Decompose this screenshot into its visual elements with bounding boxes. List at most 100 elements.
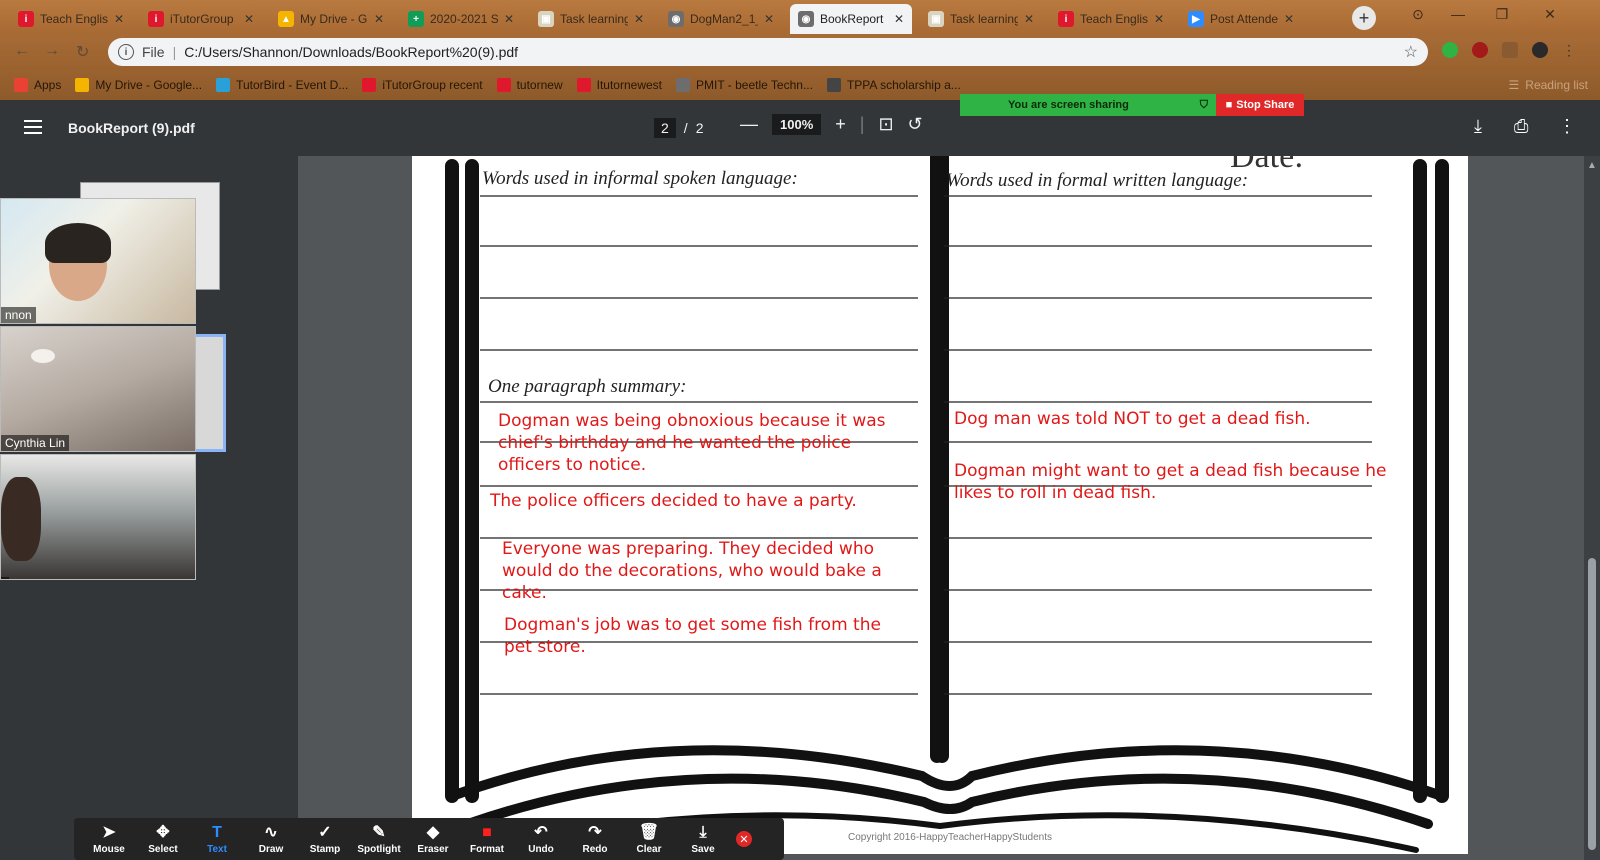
rotate-icon[interactable]: ↺ bbox=[908, 114, 923, 135]
pdf-page: Date: Words used in informal spoken lang… bbox=[412, 156, 1468, 854]
avatar[interactable] bbox=[1532, 42, 1548, 58]
forward-icon[interactable]: → bbox=[44, 42, 60, 60]
close-window-button[interactable]: ✕ bbox=[1528, 0, 1572, 28]
zoom-in-icon[interactable]: + bbox=[835, 114, 846, 135]
minimize-button[interactable]: — bbox=[1436, 0, 1480, 28]
tab-close-icon[interactable]: ✕ bbox=[504, 12, 514, 26]
tab-label: Task learning bbox=[950, 12, 1018, 26]
pdf-scrollbar[interactable]: ▲ bbox=[1584, 156, 1600, 860]
annotation-right-1[interactable]: Dog man was told NOT to get a dead fish. bbox=[954, 408, 1394, 430]
bookmark-item[interactable]: tutornew bbox=[496, 78, 563, 92]
tab-close-icon[interactable]: ✕ bbox=[244, 12, 254, 26]
tab-close-icon[interactable]: ✕ bbox=[1024, 12, 1034, 26]
print-icon[interactable]: ⎙ bbox=[1514, 116, 1528, 137]
tab-10[interactable]: ▶ Post Attendee ✕ bbox=[1180, 4, 1302, 34]
bookmark-item[interactable]: TutorBird - Event D... bbox=[216, 78, 348, 92]
tab-5[interactable]: ▣ Task learning ✕ bbox=[530, 4, 652, 34]
tool-format[interactable]: ■ Format bbox=[460, 824, 514, 855]
extension-green-icon[interactable] bbox=[1442, 42, 1458, 58]
annotation-left-4[interactable]: Dogman's job was to get some fish from t… bbox=[504, 614, 914, 658]
shield-icon: ⛉ bbox=[1199, 98, 1208, 111]
annotation-left-3[interactable]: Everyone was preparing. They decided who… bbox=[502, 538, 912, 604]
tool-mouse[interactable]: ➤ Mouse bbox=[82, 824, 136, 855]
tool-clear[interactable]: 🗑 Clear bbox=[622, 824, 676, 855]
tool-select-icon: ✥ bbox=[156, 823, 170, 841]
video-tile-1[interactable]: nnon bbox=[0, 198, 196, 324]
annotation-right-2[interactable]: Dogman might want to get a dead fish bec… bbox=[954, 460, 1394, 504]
bookmark-label: Apps bbox=[34, 78, 62, 92]
page-current-input[interactable]: 2 bbox=[654, 118, 676, 138]
tab-2[interactable]: i iTutorGroup ✕ bbox=[140, 4, 262, 34]
tool-text[interactable]: T Text bbox=[190, 824, 244, 855]
restore-button[interactable]: ❐ bbox=[1480, 0, 1524, 28]
pdf-menu-icon[interactable] bbox=[24, 120, 42, 134]
more-options-icon[interactable]: ⋮ bbox=[1558, 116, 1576, 137]
sharing-status: You are screen sharing ⛉ bbox=[960, 94, 1216, 116]
bookmark-item[interactable]: Apps bbox=[14, 78, 61, 92]
tab-8[interactable]: ▣ Task learning ✕ bbox=[920, 4, 1042, 34]
bookmark-item[interactable]: My Drive - Google... bbox=[75, 78, 202, 92]
tool-clear-icon: 🗑 bbox=[638, 823, 660, 841]
tool-undo[interactable]: ↶ Undo bbox=[514, 824, 568, 855]
tab-6[interactable]: ◉ DogMan2_1_ ✕ bbox=[660, 4, 782, 34]
bookmark-label: iTutorGroup recent bbox=[382, 78, 483, 92]
back-icon[interactable]: ← bbox=[14, 42, 30, 60]
scroll-up-icon[interactable]: ▲ bbox=[1587, 160, 1597, 171]
tab-1[interactable]: i Teach English ✕ bbox=[10, 4, 132, 34]
address-bar[interactable]: i File | C:/Users/Shannon/Downloads/Book… bbox=[108, 38, 1428, 66]
tab-close-icon[interactable]: ✕ bbox=[764, 12, 774, 26]
tab-7[interactable]: ◉ BookReport ✕ bbox=[790, 4, 913, 34]
participant-name bbox=[1, 577, 9, 579]
stop-share-button[interactable]: ■ Stop Share bbox=[1216, 94, 1304, 116]
annotation-left-1[interactable]: Dogman was being obnoxious because it wa… bbox=[498, 410, 918, 476]
reload-icon[interactable]: ↻ bbox=[76, 42, 89, 62]
tool-draw[interactable]: ∿ Draw bbox=[244, 824, 298, 855]
video-tile-2[interactable]: Cynthia Lin bbox=[0, 326, 196, 452]
tool-save[interactable]: ⤓ Save bbox=[676, 824, 730, 855]
new-tab-button[interactable]: + bbox=[1352, 6, 1376, 30]
tab-close-icon[interactable]: ✕ bbox=[374, 12, 384, 26]
tab-close-icon[interactable]: ✕ bbox=[1154, 12, 1164, 26]
fit-page-icon[interactable]: ⊡ bbox=[878, 114, 893, 135]
bookmark-item[interactable]: Itutornewest bbox=[576, 78, 662, 92]
url-text[interactable]: C:/Users/Shannon/Downloads/BookReport%20… bbox=[184, 44, 518, 60]
annotation-left-2[interactable]: The police officers decided to have a pa… bbox=[490, 490, 910, 512]
tool-select[interactable]: ✥ Select bbox=[136, 824, 190, 855]
tab-3[interactable]: ▲ My Drive - G ✕ bbox=[270, 4, 392, 34]
tab-close-icon[interactable]: ✕ bbox=[894, 12, 904, 26]
browser-menu-icon[interactable]: ⋮ bbox=[1562, 42, 1578, 58]
tool-stamp[interactable]: ✓ Stamp bbox=[298, 824, 352, 855]
bookmark-item[interactable]: iTutorGroup recent bbox=[362, 78, 483, 92]
bookmark-label: TPPA scholarship a... bbox=[846, 78, 961, 92]
tab-close-icon[interactable]: ✕ bbox=[634, 12, 644, 26]
participant-name: Cynthia Lin bbox=[1, 435, 70, 451]
zoom-level[interactable]: 100% bbox=[772, 114, 822, 135]
ublock-icon[interactable] bbox=[1472, 42, 1488, 58]
tab-close-icon[interactable]: ✕ bbox=[114, 12, 124, 26]
bookmark-item[interactable]: PMIT - beetle Techn... bbox=[676, 78, 813, 92]
bookmark-item[interactable]: TPPA scholarship a... bbox=[826, 78, 961, 92]
bookmark-label: tutornew bbox=[516, 78, 563, 92]
zoom-out-icon[interactable]: — bbox=[740, 114, 758, 135]
tab-close-icon[interactable]: ✕ bbox=[1284, 12, 1294, 26]
tab-4[interactable]: +2020-2021 S ✕ bbox=[400, 4, 522, 34]
tool-redo-icon: ↷ bbox=[588, 823, 602, 841]
tab-9[interactable]: i Teach English ✕ bbox=[1050, 4, 1172, 34]
download-icon[interactable]: ⤓ bbox=[1474, 116, 1482, 137]
bookmark-star-icon[interactable]: ☆ bbox=[1404, 42, 1418, 62]
puzzle-icon[interactable] bbox=[1502, 42, 1518, 58]
reading-list-button[interactable]: ☰ Reading list bbox=[1509, 78, 1588, 92]
close-annotation-toolbar-icon[interactable]: ✕ bbox=[736, 831, 752, 847]
info-icon[interactable]: i bbox=[118, 44, 134, 60]
right-column-header: Words used in formal written language: bbox=[946, 170, 1249, 191]
video-tile-3[interactable] bbox=[0, 454, 196, 580]
tool-eraser[interactable]: ◆ Eraser bbox=[406, 824, 460, 855]
tool-text-icon: T bbox=[212, 823, 222, 841]
profile-menu-icon[interactable]: ⊙ bbox=[1396, 0, 1440, 28]
tab-label: Post Attendee bbox=[1210, 12, 1278, 26]
tool-label: Eraser bbox=[417, 843, 449, 855]
scrollbar-thumb[interactable] bbox=[1588, 558, 1596, 850]
tool-redo[interactable]: ↷ Redo bbox=[568, 824, 622, 855]
reading-list-icon: ☰ bbox=[1508, 78, 1520, 92]
tool-spotlight[interactable]: ✎ Spotlight bbox=[352, 824, 406, 855]
